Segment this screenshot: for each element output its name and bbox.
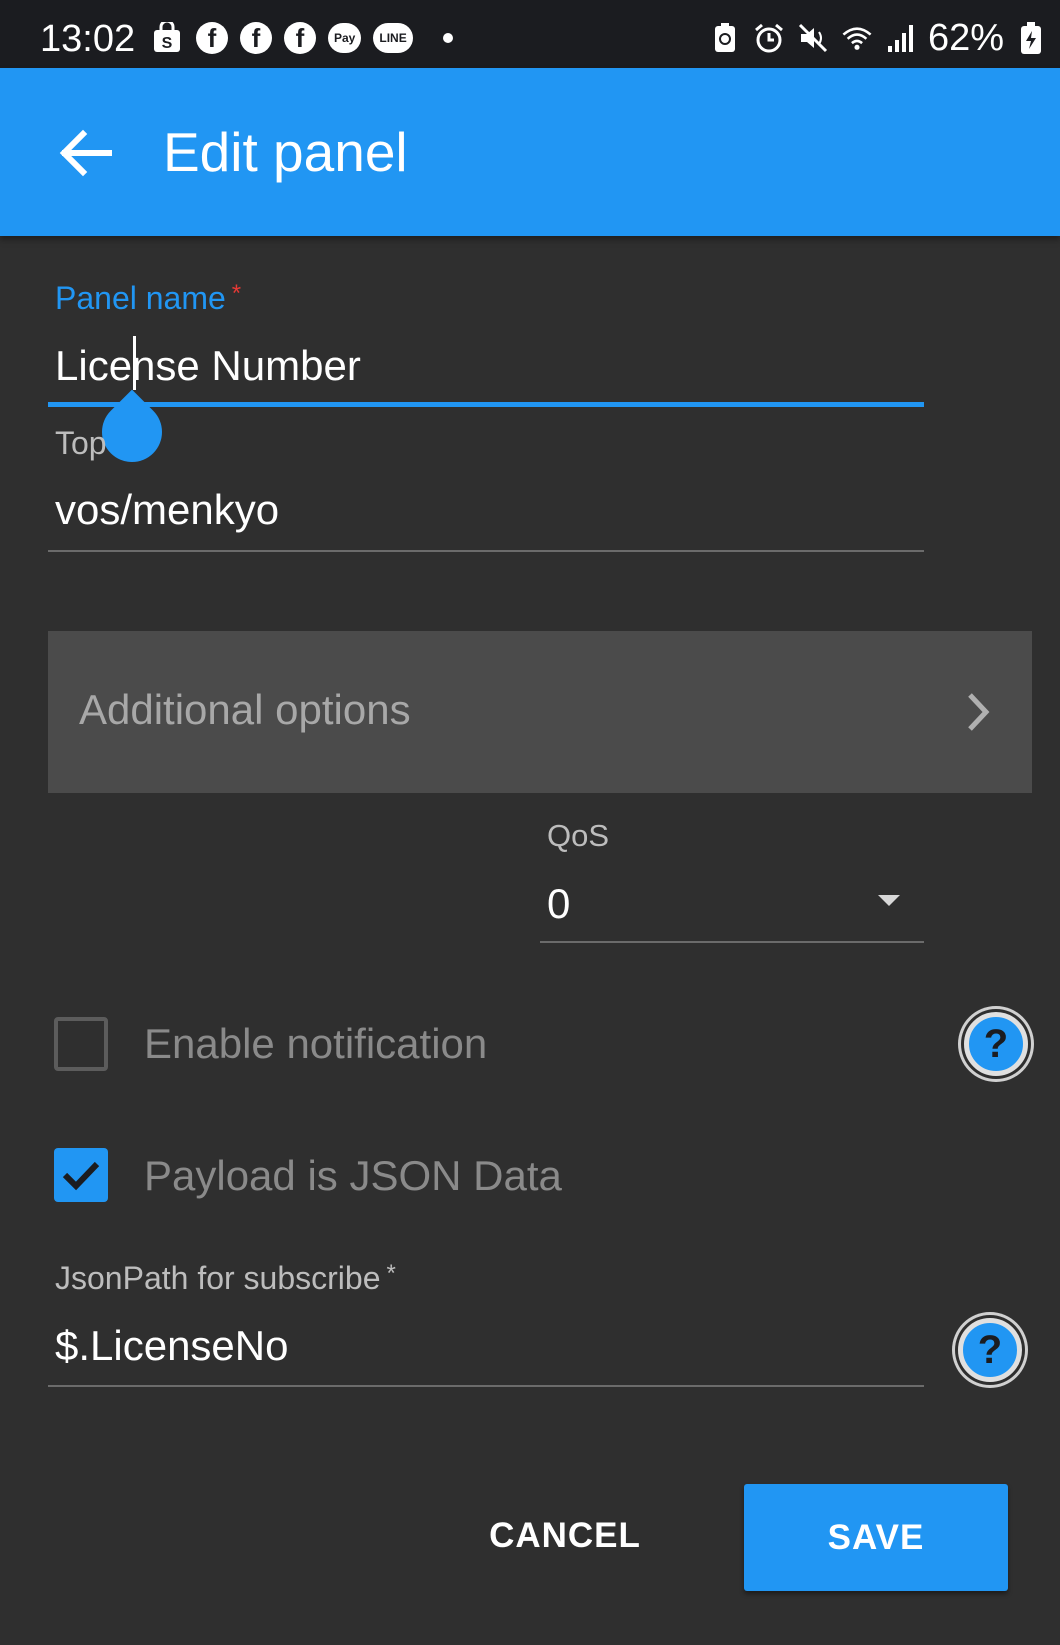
shopping-bag-icon: S bbox=[150, 21, 184, 55]
additional-options-row[interactable]: Additional options bbox=[48, 631, 1032, 793]
notification-dot-icon bbox=[442, 33, 453, 43]
qos-select[interactable]: 0 bbox=[547, 880, 570, 928]
jsonpath-label: JsonPath for subscribe * bbox=[55, 1260, 396, 1297]
page-title: Edit panel bbox=[163, 121, 408, 183]
back-button[interactable] bbox=[50, 118, 120, 188]
status-time: 13:02 bbox=[40, 18, 136, 60]
payload-json-label: Payload is JSON Data bbox=[144, 1152, 562, 1199]
facebook-icon: f bbox=[196, 22, 228, 54]
help-glyph: ? bbox=[977, 1327, 1003, 1372]
payload-json-checkbox[interactable] bbox=[54, 1148, 108, 1202]
cancel-button[interactable]: CANCEL bbox=[470, 1486, 660, 1586]
facebook-icon: f bbox=[240, 22, 272, 54]
qos-underline bbox=[540, 941, 924, 943]
enable-notification-label: Enable notification bbox=[144, 1020, 488, 1067]
required-mark: * bbox=[386, 1260, 396, 1287]
line-icon: LINE bbox=[373, 23, 413, 53]
chevron-down-icon[interactable] bbox=[878, 895, 900, 906]
facebook-icon: f bbox=[284, 22, 316, 54]
alarm-icon bbox=[752, 21, 786, 55]
help-icon[interactable]: ? bbox=[964, 1012, 1028, 1076]
app-bar: Edit panel bbox=[0, 68, 1060, 236]
battery-percent: 62% bbox=[927, 16, 1004, 59]
panel-name-input[interactable]: License Number bbox=[55, 342, 361, 390]
text-cursor bbox=[133, 336, 136, 390]
status-icons-left: S f f f Pay LINE bbox=[150, 18, 453, 58]
help-glyph: ? bbox=[983, 1021, 1009, 1066]
jsonpath-underline bbox=[48, 1385, 924, 1387]
topic-label: Top bbox=[55, 425, 107, 461]
save-button[interactable]: SAVE bbox=[744, 1484, 1008, 1591]
pay-icon: Pay bbox=[328, 23, 362, 53]
status-icons-right: 62% bbox=[708, 16, 1048, 59]
mute-icon bbox=[796, 21, 830, 55]
topic-underline bbox=[48, 550, 924, 552]
wifi-icon bbox=[840, 21, 874, 55]
jsonpath-input[interactable]: $.LicenseNo bbox=[55, 1322, 288, 1370]
qos-label: QoS bbox=[547, 818, 610, 853]
help-icon[interactable]: ? bbox=[958, 1318, 1022, 1382]
jsonpath-label-text: JsonPath for subscribe bbox=[55, 1260, 381, 1296]
additional-options-label: Additional options bbox=[79, 686, 411, 733]
battery-charging-icon bbox=[1014, 21, 1048, 55]
checkmark-icon bbox=[62, 1161, 100, 1191]
topic-input[interactable]: vos/menkyo bbox=[55, 486, 279, 534]
arrow-left-icon bbox=[59, 129, 112, 177]
panel-name-label-text: Panel name bbox=[55, 280, 226, 316]
svg-text:S: S bbox=[162, 35, 173, 52]
panel-name-label: Panel name * bbox=[55, 280, 241, 317]
panel-name-underline bbox=[48, 402, 924, 407]
signal-icon bbox=[884, 21, 918, 55]
required-mark: * bbox=[231, 280, 242, 307]
battery-saver-icon bbox=[708, 21, 742, 55]
status-bar: 13:02 S f f f Pay LINE 62% bbox=[0, 0, 1060, 68]
chevron-right-icon bbox=[968, 693, 990, 731]
enable-notification-checkbox[interactable] bbox=[54, 1017, 108, 1071]
